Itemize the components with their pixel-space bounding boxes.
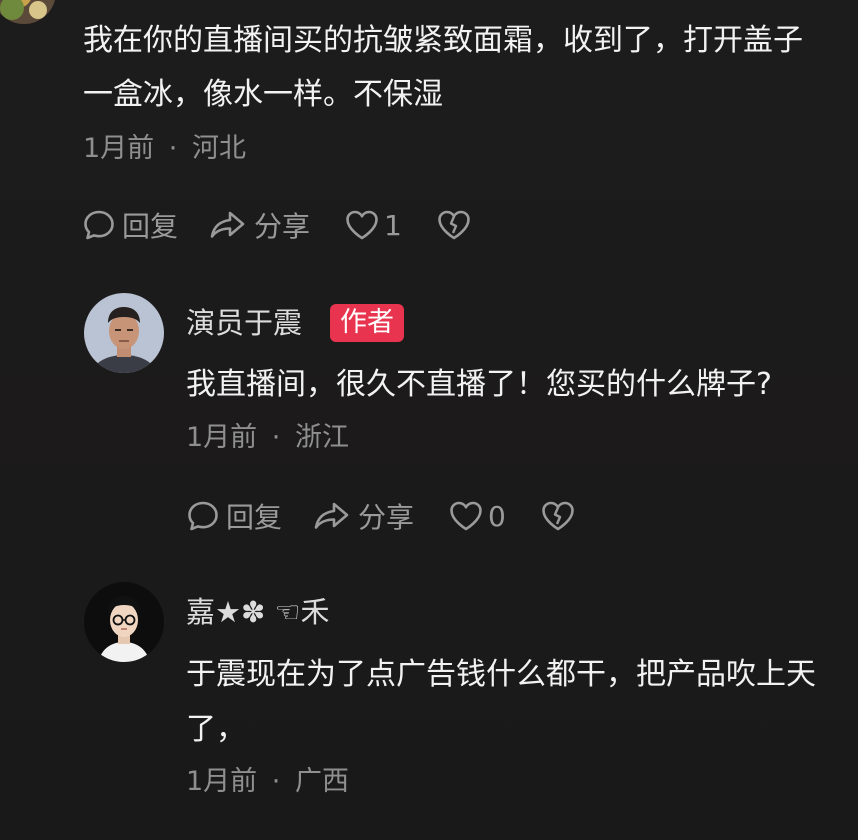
like-button[interactable]: 0 — [448, 499, 506, 533]
comment-location: 浙江 — [294, 422, 349, 453]
comment-text: 我在你的直播间买的抗皱紧致面霜，收到了，打开盖子 — [83, 23, 803, 58]
comment-text: 一盒冰，像水一样。不保湿 — [83, 77, 443, 112]
broken-heart-icon — [436, 208, 472, 242]
share-button[interactable]: 分享 — [208, 205, 310, 245]
share-arrow-icon — [312, 499, 352, 533]
dislike-button[interactable] — [436, 208, 472, 242]
meta-separator: · — [271, 766, 281, 797]
comment-meta: 1月前 · 河北 — [83, 132, 246, 166]
comment-meta: 1月前 · 浙江 — [186, 421, 349, 455]
comment-text: 我直播间，很久不直播了！您买的什么牌子? — [186, 367, 772, 402]
broken-heart-icon — [540, 499, 576, 533]
comment-location: 河北 — [191, 133, 246, 164]
dislike-button[interactable] — [540, 499, 576, 533]
share-label: 分享 — [358, 501, 415, 534]
reply-label: 回复 — [226, 501, 283, 534]
like-count: 1 — [384, 208, 402, 242]
chat-bubble-icon — [186, 499, 220, 533]
comment-actions: 回复 分享 1 — [82, 205, 472, 245]
avatar[interactable] — [84, 582, 164, 662]
heart-icon — [448, 499, 484, 533]
comment-list: 我在你的直播间买的抗皱紧致面霜，收到了，打开盖子 一盒冰，像水一样。不保湿 1月… — [0, 0, 858, 840]
reply-button[interactable]: 回复 — [186, 496, 282, 536]
comment-time: 1月前 — [186, 766, 258, 797]
comment-meta: 1月前 · 广西 — [186, 765, 349, 799]
like-button[interactable]: 1 — [344, 208, 402, 242]
meta-separator: · — [271, 422, 281, 453]
share-arrow-icon — [208, 208, 248, 242]
comment-time: 1月前 — [83, 133, 155, 164]
comment-text: 于震现在为了点广告钱什么都干，把产品吹上天 — [186, 657, 816, 692]
meta-separator: · — [168, 133, 178, 164]
comment-location: 广西 — [294, 766, 349, 797]
comment-time: 1月前 — [186, 422, 258, 453]
username[interactable]: 嘉★✽ ☜禾 — [186, 594, 330, 630]
share-button[interactable]: 分享 — [312, 496, 414, 536]
avatar[interactable] — [84, 293, 164, 373]
username[interactable]: 演员于震 — [186, 305, 302, 341]
like-count: 0 — [488, 499, 506, 533]
reply-label: 回复 — [122, 210, 179, 243]
chat-bubble-icon — [82, 208, 116, 242]
author-badge: 作者 — [330, 304, 404, 342]
avatar[interactable] — [0, 0, 56, 24]
heart-icon — [344, 208, 380, 242]
reply-button[interactable]: 回复 — [82, 205, 178, 245]
share-label: 分享 — [254, 210, 311, 243]
comment-text: 了， — [186, 712, 246, 747]
comment-actions: 回复 分享 0 — [186, 496, 576, 536]
